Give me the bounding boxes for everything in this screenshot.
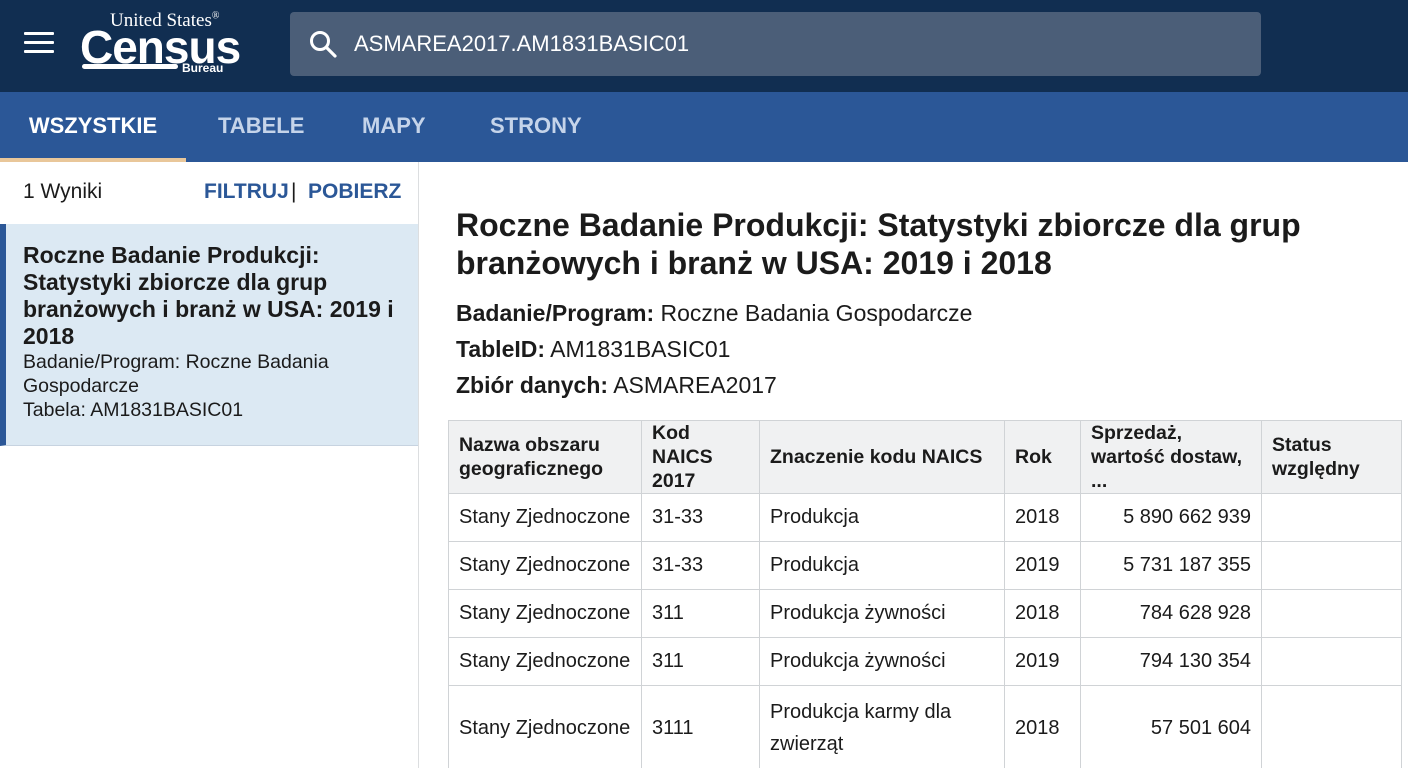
table-cell: 2019 xyxy=(1004,637,1081,686)
table-cell xyxy=(1261,637,1402,686)
table-cell: 5 731 187 355 xyxy=(1080,541,1262,590)
results-panel: 1 Wyniki FILTRUJ | POBIERZ Roczne Badani… xyxy=(0,162,419,768)
link-separator: | xyxy=(291,180,297,203)
table-row: Stany Zjednoczone 3111 Produkcja karmy d… xyxy=(448,685,1402,768)
column-header[interactable]: Sprzedaż, wartość dostaw, ... xyxy=(1080,420,1262,494)
table-cell: 57 501 604 xyxy=(1080,685,1262,768)
census-logo[interactable]: United States® Census Bureau xyxy=(80,10,241,80)
tableid-label: TableID: xyxy=(456,336,546,362)
filter-link[interactable]: FILTRUJ xyxy=(204,180,289,204)
tab-all[interactable]: WSZYSTKIE xyxy=(0,92,186,162)
hamburger-menu-icon[interactable] xyxy=(24,32,54,56)
table-cell: Stany Zjednoczone xyxy=(448,493,642,542)
table-cell xyxy=(1261,685,1402,768)
table-cell: 31-33 xyxy=(641,493,760,542)
download-link[interactable]: POBIERZ xyxy=(308,180,401,204)
table-cell: 311 xyxy=(641,589,760,638)
table-cell: Stany Zjednoczone xyxy=(448,589,642,638)
table-cell: 311 xyxy=(641,637,760,686)
table-cell xyxy=(1261,493,1402,542)
result-program: Badanie/Program: Roczne Badania Gospodar… xyxy=(23,351,329,397)
tab-pages[interactable]: STRONY xyxy=(490,92,582,162)
table-cell: Produkcja żywności xyxy=(759,637,1005,686)
table-cell: Produkcja xyxy=(759,541,1005,590)
table-cell: 2019 xyxy=(1004,541,1081,590)
result-type-tabs: WSZYSTKIE TABELE MAPY STRONY xyxy=(0,92,1408,162)
tableid-value: AM1831BASIC01 xyxy=(550,336,731,362)
table-cell: 2018 xyxy=(1004,493,1081,542)
tab-maps[interactable]: MAPY xyxy=(362,92,426,162)
search-input[interactable] xyxy=(354,24,1234,64)
logo-swoosh xyxy=(82,64,178,69)
table-preview: Roczne Badanie Produkcji: Statystyki zbi… xyxy=(420,162,1408,768)
data-table: Nazwa obszaru geograficznego Kod NAICS 2… xyxy=(448,420,1402,768)
dataset-label: Zbiór danych: xyxy=(456,372,609,398)
table-cell: Stany Zjednoczone xyxy=(448,541,642,590)
table-cell: Stany Zjednoczone xyxy=(448,637,642,686)
result-table-id: Tabela: AM1831BASIC01 xyxy=(23,399,244,421)
dataset-value: ASMAREA2017 xyxy=(613,372,777,398)
table-cell: Produkcja karmy dla zwierząt xyxy=(759,685,1005,768)
table-row: Stany Zjednoczone 31-33 Produkcja 2018 5… xyxy=(448,493,1402,542)
column-header[interactable]: Rok xyxy=(1004,420,1081,494)
tab-tables[interactable]: TABELE xyxy=(218,92,304,162)
table-cell: 31-33 xyxy=(641,541,760,590)
table-cell: Produkcja żywności xyxy=(759,589,1005,638)
top-header: United States® Census Bureau xyxy=(0,0,1408,92)
column-header[interactable]: Nazwa obszaru geograficznego xyxy=(448,420,642,494)
search-icon[interactable] xyxy=(308,29,338,59)
table-cell: Produkcja xyxy=(759,493,1005,542)
table-row: Stany Zjednoczone 31-33 Produkcja 2019 5… xyxy=(448,541,1402,590)
table-header-row: Nazwa obszaru geograficznego Kod NAICS 2… xyxy=(448,420,1402,494)
column-header[interactable]: Status względny xyxy=(1261,420,1402,494)
result-title[interactable]: Roczne Badanie Produkcji: Statystyki zbi… xyxy=(23,242,398,350)
table-cell: 784 628 928 xyxy=(1080,589,1262,638)
search-box[interactable] xyxy=(290,12,1261,76)
program-value: Roczne Badania Gospodarcze xyxy=(660,300,973,326)
table-cell: 3111 xyxy=(641,685,760,768)
table-cell: Stany Zjednoczone xyxy=(448,685,642,768)
program-label: Badanie/Program: xyxy=(456,300,655,326)
program-line: Badanie/Program: Roczne Badania Gospodar… xyxy=(456,300,972,327)
table-cell xyxy=(1261,541,1402,590)
table-row: Stany Zjednoczone 311 Produkcja żywności… xyxy=(448,589,1402,638)
table-cell xyxy=(1261,589,1402,638)
results-count: 1 Wyniki xyxy=(23,180,103,203)
table-cell: 794 130 354 xyxy=(1080,637,1262,686)
table-cell: 5 890 662 939 xyxy=(1080,493,1262,542)
table-row: Stany Zjednoczone 311 Produkcja żywności… xyxy=(448,637,1402,686)
table-cell: 2018 xyxy=(1004,589,1081,638)
logo-bureau: Bureau xyxy=(182,61,224,75)
result-item[interactable]: Roczne Badanie Produkcji: Statystyki zbi… xyxy=(0,224,418,446)
table-cell: 2018 xyxy=(1004,685,1081,768)
page-title: Roczne Badanie Produkcji: Statystyki zbi… xyxy=(456,207,1301,281)
tableid-line: TableID: AM1831BASIC01 xyxy=(456,336,730,363)
column-header[interactable]: Znaczenie kodu NAICS xyxy=(759,420,1005,494)
column-header[interactable]: Kod NAICS 2017 xyxy=(641,420,760,494)
dataset-line: Zbiór danych: ASMAREA2017 xyxy=(456,372,777,399)
